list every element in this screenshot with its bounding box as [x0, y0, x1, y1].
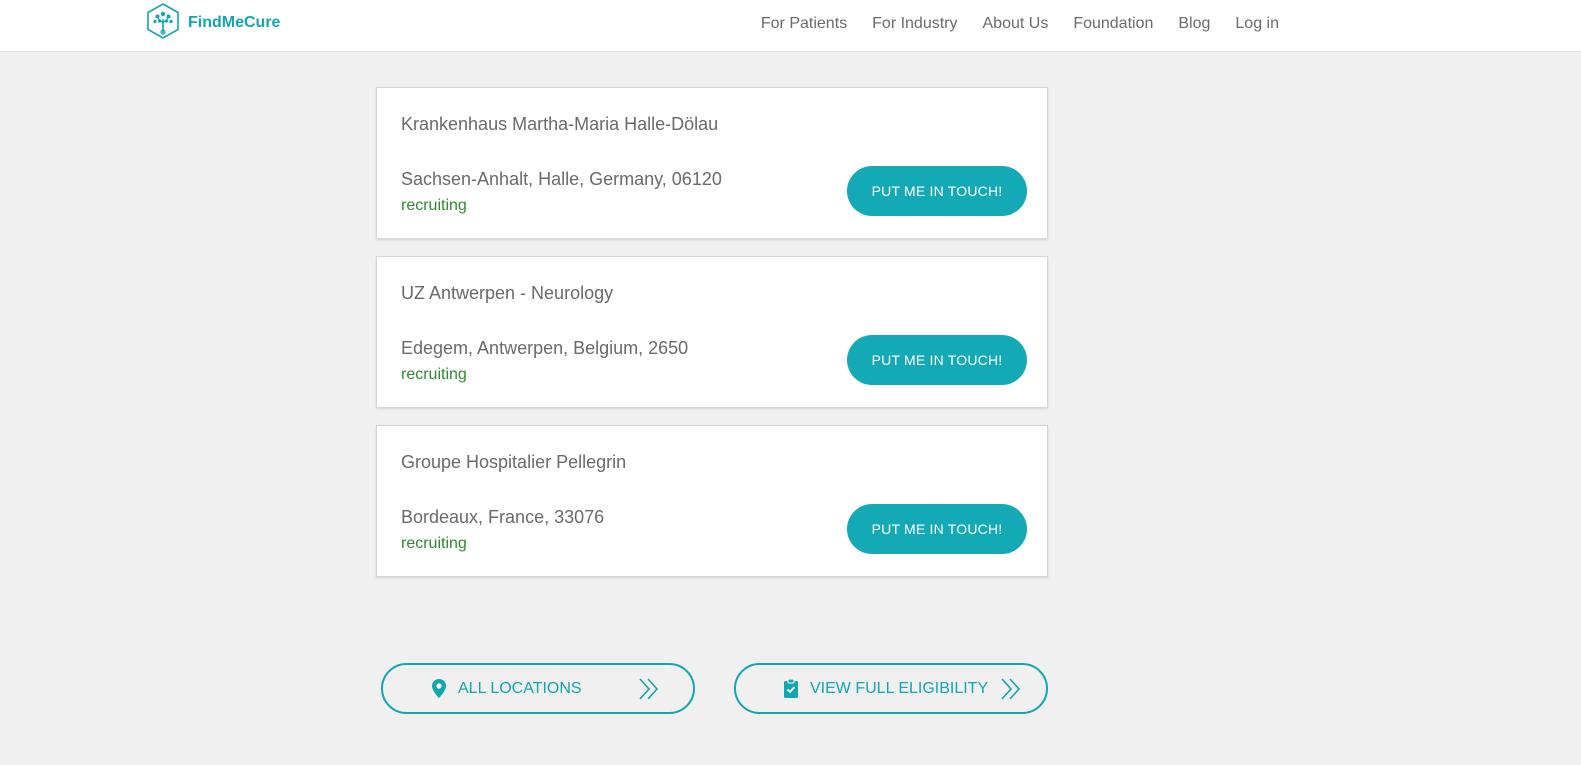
- nav-log-in[interactable]: Log in: [1235, 15, 1279, 33]
- nav-blog[interactable]: Blog: [1178, 15, 1210, 33]
- location-address: Sachsen-Anhalt, Halle, Germany, 06120: [401, 169, 722, 189]
- main-nav: For Patients For Industry About Us Found…: [736, 0, 1279, 47]
- nav-about-us[interactable]: About Us: [983, 15, 1049, 33]
- location-name: Groupe Hospitalier Pellegrin: [401, 452, 627, 472]
- clipboard-check-icon: [784, 679, 798, 698]
- brand-name: FindMeCure: [188, 14, 281, 31]
- view-full-eligibility-button[interactable]: VIEW FULL ELIGIBILITY: [734, 663, 1048, 714]
- location-card: UZ Antwerpen - Neurology Edegem, Antwerp…: [376, 256, 1048, 408]
- recruiting-status: recruiting: [401, 535, 467, 552]
- tree-hexagon-logo-icon: [146, 2, 180, 44]
- double-chevron-right-icon: [638, 677, 660, 701]
- put-me-in-touch-button[interactable]: PUT ME IN TOUCH!: [847, 335, 1027, 385]
- all-locations-label: ALL LOCATIONS: [458, 679, 582, 697]
- location-address: Bordeaux, France, 33076: [401, 507, 605, 527]
- all-locations-button[interactable]: ALL LOCATIONS: [381, 663, 695, 714]
- nav-for-patients[interactable]: For Patients: [761, 15, 847, 33]
- location-card: Krankenhaus Martha-Maria Halle-Dölau Sac…: [376, 87, 1048, 239]
- view-full-eligibility-label: VIEW FULL ELIGIBILITY: [810, 679, 989, 697]
- location-address: Edegem, Antwerpen, Belgium, 2650: [401, 338, 689, 358]
- nav-foundation[interactable]: Foundation: [1073, 15, 1153, 33]
- recruiting-status: recruiting: [401, 366, 467, 383]
- put-me-in-touch-button[interactable]: PUT ME IN TOUCH!: [847, 166, 1027, 216]
- double-chevron-right-icon: [1000, 677, 1022, 701]
- recruiting-status: recruiting: [401, 197, 467, 214]
- location-name: UZ Antwerpen - Neurology: [401, 283, 614, 303]
- map-pin-icon: [432, 679, 446, 698]
- nav-for-industry[interactable]: For Industry: [872, 15, 957, 33]
- location-card: Groupe Hospitalier Pellegrin Bordeaux, F…: [376, 425, 1048, 577]
- brand-logo[interactable]: FindMeCure: [146, 2, 281, 44]
- site-header: FindMeCure For Patients For Industry Abo…: [0, 0, 1581, 52]
- put-me-in-touch-button[interactable]: PUT ME IN TOUCH!: [847, 504, 1027, 554]
- location-name: Krankenhaus Martha-Maria Halle-Dölau: [401, 114, 719, 134]
